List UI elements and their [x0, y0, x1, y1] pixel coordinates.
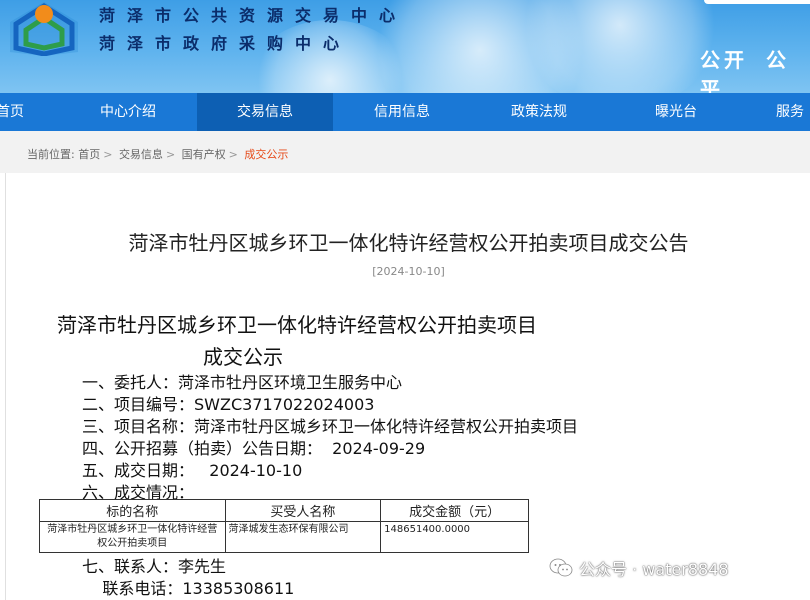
breadcrumb-current: 成交公示 — [244, 148, 289, 161]
header-flower-decoration — [520, 0, 720, 93]
column-header-subject: 标的名称 — [39, 499, 226, 522]
article-title: 菏泽市牡丹区城乡环卫一体化特许经营权公开拍卖项目成交公告 — [128, 231, 689, 255]
deal-table: 标的名称 买受人名称 成交金额（元） 菏泽市牡丹区城乡环卫一体化特许经营权公开拍… — [39, 499, 529, 553]
info-contact-phone: 联系电话：13385308611 — [82, 579, 295, 598]
nav-item-home[interactable]: 首页 — [0, 93, 38, 131]
nav-item-exposure[interactable]: 曝光台 — [608, 93, 744, 131]
info-announcement-date: 四、公开招募（拍卖）公告日期： 2024-09-29 — [82, 439, 426, 458]
org-name-line1: 菏泽市公共资源交易中心 — [99, 6, 408, 25]
header-tab-stub — [704, 0, 810, 4]
info-entrusting-party: 一、委托人：菏泽市牡丹区环境卫生服务中心 — [82, 373, 403, 392]
org-name-line2: 菏泽市政府采购中心 — [99, 34, 352, 53]
header-slogan: 公开 公平 — [700, 44, 810, 93]
info-deal-date: 五、成交日期： 2024-10-10 — [82, 461, 303, 480]
slogan-word: 公开 — [700, 48, 748, 72]
nav-item-policies[interactable]: 政策法规 — [471, 93, 607, 131]
wechat-watermark: 公众号 · water8848 — [549, 556, 729, 580]
breadcrumb-separator: > — [103, 148, 113, 161]
cell-subject: 菏泽市牡丹区城乡环卫一体化特许经营权公开拍卖项目 — [39, 521, 226, 553]
info-project-number: 二、项目编号：SWZC3717022024003 — [82, 395, 375, 414]
nav-item-about[interactable]: 中心介绍 — [60, 93, 196, 131]
article-content: 菏泽市牡丹区城乡环卫一体化特许经营权公开拍卖项目成交公告 [2024-10-10… — [5, 173, 810, 600]
cell-amount: 148651400.0000 — [380, 521, 529, 553]
info-contact-person: 七、联系人：李先生 — [82, 557, 227, 576]
main-nav: 首页 中心介绍 交易信息 信用信息 政策法规 曝光台 服务 — [0, 93, 810, 131]
column-header-buyer: 买受人名称 — [224, 499, 382, 522]
site-logo-icon[interactable] — [4, 0, 84, 56]
breadcrumb-state-assets[interactable]: 国有产权 — [182, 148, 226, 161]
document-title-line1: 菏泽市牡丹区城乡环卫一体化特许经营权公开拍卖项目 — [57, 313, 537, 337]
nav-item-trading-info[interactable]: 交易信息 — [197, 93, 333, 131]
table-row: 菏泽市牡丹区城乡环卫一体化特许经营权公开拍卖项目 菏泽城发生态环保有限公司 14… — [39, 521, 529, 553]
watermark-text: 公众号 · water8848 — [579, 560, 729, 579]
breadcrumb: 当前位置: 首页 > 交易信息 > 国有产权 > 成交公示 — [27, 146, 288, 162]
table-header-row: 标的名称 买受人名称 成交金额（元） — [39, 499, 529, 522]
article-date: [2024-10-10] — [372, 265, 445, 278]
nav-item-credit-info[interactable]: 信用信息 — [334, 93, 470, 131]
breadcrumb-separator: > — [165, 148, 176, 161]
wechat-icon — [549, 558, 573, 577]
column-header-amount: 成交金额（元） — [380, 499, 529, 522]
breadcrumb-separator: > — [228, 148, 238, 161]
info-project-name: 三、项目名称：菏泽市牡丹区城乡环卫一体化特许经营权公开拍卖项目 — [82, 417, 579, 436]
breadcrumb-trading-info[interactable]: 交易信息 — [119, 148, 163, 161]
cell-buyer: 菏泽城发生态环保有限公司 — [224, 521, 382, 553]
breadcrumb-home[interactable]: 首页 — [78, 148, 100, 161]
nav-item-services[interactable]: 服务 — [776, 93, 810, 131]
breadcrumb-prefix: 当前位置: — [27, 148, 75, 161]
site-header: 菏泽市公共资源交易中心 菏泽市政府采购中心 公开 公平 — [0, 0, 810, 93]
document-title-line2: 成交公示 — [203, 345, 283, 369]
